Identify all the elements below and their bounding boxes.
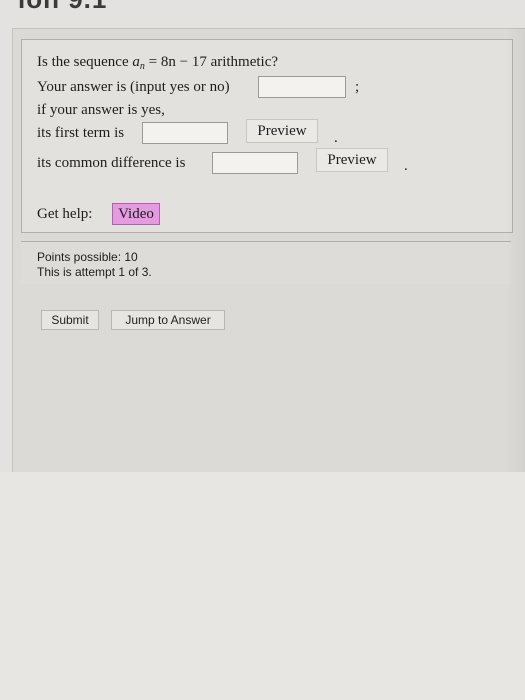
- video-help-button[interactable]: Video: [112, 203, 160, 225]
- equals-sign: =: [148, 54, 158, 70]
- common-difference-period: .: [404, 158, 408, 174]
- submit-button[interactable]: Submit: [41, 310, 99, 330]
- common-difference-label: its common difference is: [37, 155, 186, 171]
- points-possible: Points possible: 10: [37, 250, 138, 264]
- panel-shadow: [505, 28, 525, 472]
- first-term-period: .: [334, 130, 338, 146]
- page-heading: ion 9.1: [18, 0, 107, 15]
- jump-to-answer-button[interactable]: Jump to Answer: [111, 310, 225, 330]
- yes-no-answer-field[interactable]: [258, 76, 346, 98]
- common-difference-preview-button[interactable]: Preview: [316, 148, 388, 172]
- sequence-formula: 8n − 17 arithmetic?: [160, 54, 279, 70]
- sequence-variable: a: [132, 54, 140, 70]
- common-difference-field[interactable]: [212, 152, 298, 174]
- yes-no-semicolon: ;: [355, 79, 360, 95]
- first-term-field[interactable]: [142, 122, 228, 144]
- sequence-subscript: n: [139, 61, 145, 72]
- question-box: Is the sequence an = 8n − 17 arithmetic?…: [21, 39, 513, 233]
- first-term-preview-button[interactable]: Preview: [246, 119, 318, 143]
- attempt-info: Points possible: 10 This is attempt 1 of…: [21, 241, 511, 284]
- question-intro: Is the sequence: [37, 54, 129, 70]
- if-yes-text: if your answer is yes,: [37, 102, 165, 118]
- yes-no-prompt: Your answer is (input yes or no): [37, 79, 230, 95]
- first-term-label: its first term is: [37, 125, 125, 141]
- get-help-label: Get help:: [37, 206, 93, 222]
- question-text: Is the sequence an = 8n − 17 arithmetic?: [37, 54, 278, 72]
- question-panel: Is the sequence an = 8n − 17 arithmetic?…: [12, 28, 525, 473]
- page-background-lower: [0, 472, 525, 700]
- attempt-count: This is attempt 1 of 3.: [37, 265, 152, 279]
